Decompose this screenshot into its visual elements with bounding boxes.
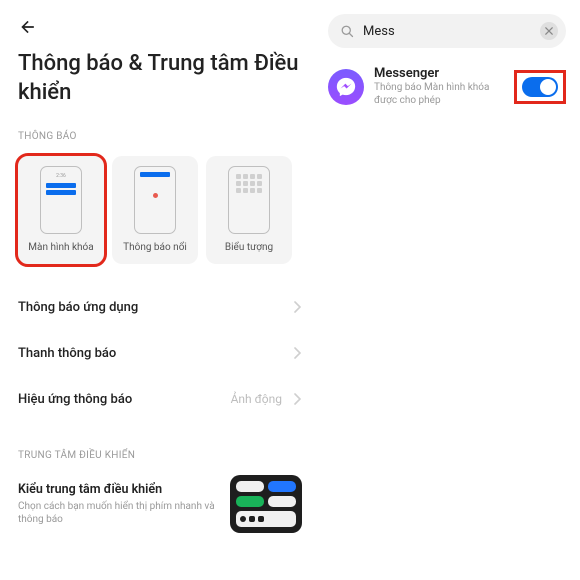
tile-lock-screen[interactable]: 2:36 Màn hình khóa [18,156,104,264]
notification-style-tiles: 2:36 Màn hình khóa Thông báo nổi Biểu tư [18,156,302,264]
settings-right-pane: Messenger Thông báo Màn hình khóa được c… [320,0,580,580]
chevron-right-icon [294,347,302,359]
back-button[interactable] [18,16,40,38]
chevron-right-icon [294,393,302,405]
close-icon [545,27,553,35]
row-value: Ảnh động [231,392,282,406]
result-subtitle: Thông báo Màn hình khóa được cho phép [374,81,504,107]
highlight-box [514,70,566,104]
search-result-row[interactable]: Messenger Thông báo Màn hình khóa được c… [328,66,566,107]
tile-floating[interactable]: Thông báo nổi [112,156,198,264]
phone-mock-badge [228,166,270,234]
arrow-left-icon [18,17,38,37]
messenger-app-icon [328,69,364,105]
row-notification-effect[interactable]: Hiệu ứng thông báo Ảnh động [18,376,302,422]
tile-badge[interactable]: Biểu tượng [206,156,292,264]
tile-label: Thông báo nổi [123,242,187,253]
row-control-center-style[interactable]: Kiểu trung tâm điều khiển Chọn cách bạn … [18,475,302,533]
phone-mock-float [134,166,176,234]
chevron-right-icon [294,301,302,313]
section-label-control-center: TRUNG TÂM ĐIỀU KHIỂN [18,450,302,461]
cc-title: Kiểu trung tâm điều khiển [18,482,220,497]
tile-label: Màn hình khóa [28,242,93,253]
clear-search-button[interactable] [540,22,558,40]
search-input[interactable] [363,24,540,39]
toggle-knob [540,79,556,95]
control-center-thumb [230,475,302,533]
tile-label: Biểu tượng [225,242,273,253]
search-bar[interactable] [328,14,566,48]
row-app-notifications[interactable]: Thông báo ứng dụng [18,284,302,330]
page-title: Thông báo & Trung tâm Điều khiển [18,50,302,107]
result-title: Messenger [374,66,504,81]
phone-mock-lock: 2:36 [40,166,82,234]
section-label-notifications: THÔNG BÁO [18,131,302,142]
search-icon [340,24,355,39]
enable-toggle[interactable] [522,77,558,97]
row-status-bar[interactable]: Thanh thông báo [18,330,302,376]
cc-subtitle: Chọn cách bạn muốn hiển thị phím nhanh v… [18,500,220,526]
settings-left-pane: Thông báo & Trung tâm Điều khiển THÔNG B… [0,0,320,580]
